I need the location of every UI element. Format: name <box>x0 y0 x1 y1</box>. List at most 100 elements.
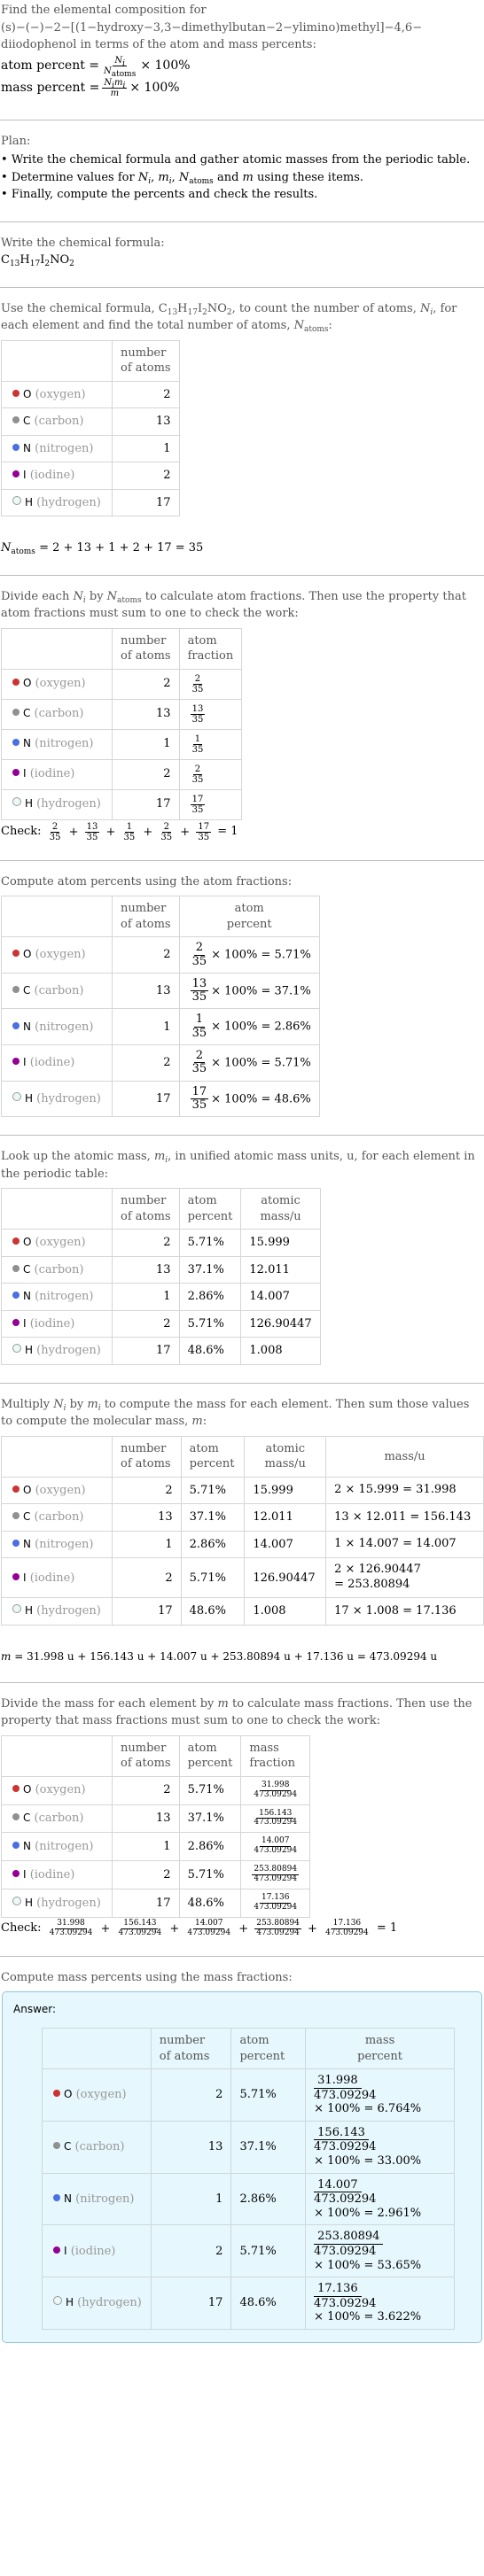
element-cell-i: I (iodine) <box>1 1860 113 1889</box>
element-cell-h: H (hydrogen) <box>42 2277 152 2330</box>
total-atoms-equation: Natoms = 2 + 13 + 1 + 2 + 17 = 35 <box>1 541 204 557</box>
mass-percent-table: number of atoms atom percent mass percent O… <box>42 2027 455 2330</box>
header-number-of-atoms: number of atoms <box>112 1188 180 1230</box>
chemical-formula: C13H17I2NO2 <box>1 253 74 268</box>
count-atoms-section: Use the chemical formula, C13H17I2NO2, t… <box>0 288 484 575</box>
atom-fraction: 1 35 <box>178 728 243 760</box>
atom-percent: 48.6% <box>180 1597 246 1626</box>
atom-count: 2 <box>112 1775 180 1805</box>
table-row: O (oxygen) 2 5.71% 31.998 473.09294 <box>1 1775 311 1805</box>
atomic-mass: 12.011 <box>244 1503 327 1532</box>
atom-percent: 2.86% <box>178 1832 242 1862</box>
element-cell-o: O (oxygen) <box>1 936 113 974</box>
table-row: I (iodine) 2 5.71% 126.90447 2 × 126.90447 = … <box>1 1557 484 1599</box>
atom-percent-calc: 1 35 × 100% = 2.86% <box>178 1008 320 1046</box>
atom-count: 13 <box>112 407 180 436</box>
mass-table: number of atoms atom percent atomic mass/u … <box>1 1435 484 1626</box>
table-row: C (carbon) 13 37.1% 156.143 473.09294 × 100% … <box>42 2120 455 2174</box>
atom-percent: 5.71% <box>178 1309 242 1338</box>
element-color-dot-icon <box>12 985 20 993</box>
table-row: I (iodine) 2 2 35 × 100% = 5.71% <box>1 1044 320 1082</box>
mass-calc: 13 × 12.011 = 156.143 <box>325 1503 484 1532</box>
atom-fraction: 17 35 <box>178 788 243 820</box>
element-cell-o: O (oxygen) <box>1 1229 113 1257</box>
atom-count: 17 <box>112 1337 180 1365</box>
mass-percent-section: Compute mass percents using the mass fra… <box>0 1957 484 2353</box>
atomic-mass-instructions: Look up the atomic mass, mi, in unified … <box>1 1150 475 1181</box>
atom-count: 1 <box>112 728 180 760</box>
element-cell-c: C (carbon) <box>1 1255 113 1284</box>
table-row: O (oxygen) 2 5.71% 15.999 <box>1 1229 321 1257</box>
header-atom-fraction: atom fraction <box>178 627 243 670</box>
table-row: H (hydrogen) 17 48.6% 17.136 473.09294 × 100%… <box>42 2277 455 2330</box>
check-fraction: 17.136 473.09294 <box>325 1918 369 1937</box>
atom-count-table: number of atoms O (oxygen) 2 C (carbon) 13 N … <box>1 339 180 517</box>
element-color-dot-icon <box>12 1512 20 1520</box>
mass-fraction: 156.143 473.09294 <box>240 1804 311 1834</box>
table-row: C (carbon) 13 <box>1 407 180 436</box>
atom-count: 2 <box>112 1044 180 1082</box>
element-cell-n: N (nitrogen) <box>42 2172 152 2226</box>
atom-fraction-check: Check: 2 35 + 13 35 + 1 35 + 2 35 + 17 35 = 1 <box>1 821 238 842</box>
atom-percent: 5.71% <box>180 1557 246 1599</box>
atom-percent: 48.6% <box>230 2277 307 2330</box>
plan-item: Write the chemical formula and gather at… <box>1 151 484 169</box>
element-cell-h: H (hydrogen) <box>1 1080 113 1118</box>
table-row: I (iodine) 2 5.71% 253.80894 473.09294 × 100%… <box>42 2224 455 2278</box>
table-row: N (nitrogen) 1 2.86% 14.007 473.09294 × 100% … <box>42 2172 455 2226</box>
mass-calc: 1 × 14.007 = 14.007 <box>325 1530 484 1559</box>
atom-count: 2 <box>112 668 180 700</box>
atom-count: 1 <box>150 2172 232 2226</box>
header-atomic-mass: atomic mass/u <box>244 1435 327 1478</box>
atom-percent-calc: 17 35 × 100% = 48.6% <box>178 1080 320 1118</box>
check-fraction: 1 35 <box>123 821 136 842</box>
table-row: C (carbon) 13 37.1% 12.011 13 × 12.011 = 156… <box>1 1503 484 1532</box>
atom-percent-instructions: Compute atom percents using the atom fra… <box>1 874 293 888</box>
table-row: C (carbon) 13 13 35 <box>1 698 243 730</box>
table-row: O (oxygen) 2 2 35 × 100% = 5.71% <box>1 936 320 974</box>
atomic-mass: 14.007 <box>240 1283 321 1311</box>
atom-count: 1 <box>112 1530 182 1559</box>
element-cell-c: C (carbon) <box>1 972 113 1010</box>
atomic-mass: 15.999 <box>244 1476 327 1505</box>
atom-count: 17 <box>112 788 180 820</box>
atom-percent: 2.86% <box>180 1530 246 1559</box>
table-row: C (carbon) 13 37.1% 12.011 <box>1 1255 321 1284</box>
element-color-dot-icon <box>12 1896 21 1905</box>
atom-count: 17 <box>112 488 180 517</box>
header-number-of-atoms: number of atoms <box>112 339 180 382</box>
header-atom-percent: atom percent <box>180 1435 246 1478</box>
element-cell-i: I (iodine) <box>42 2224 152 2278</box>
atom-fraction: 13 35 <box>178 698 243 730</box>
element-cell-i: I (iodine) <box>1 1044 113 1082</box>
table-row: N (nitrogen) 1 1 35 × 100% = 2.86% <box>1 1008 320 1046</box>
plan-item: Determine values for Ni, mi, Natoms and … <box>1 169 484 187</box>
atom-count: 2 <box>112 380 180 409</box>
header-number-of-atoms: number of atoms <box>112 896 180 938</box>
check-fraction: 13 35 <box>84 821 100 842</box>
plan-list: Write the chemical formula and gather at… <box>1 151 484 204</box>
element-color-dot-icon <box>12 1318 20 1326</box>
element-color-dot-icon <box>12 1021 20 1029</box>
header-atom-percent: atom percent <box>230 2027 307 2070</box>
header-number-of-atoms: number of atoms <box>112 1734 180 1777</box>
atom-percent: 5.71% <box>230 2224 307 2278</box>
atom-count: 2 <box>112 1309 180 1338</box>
atom-percent-calc: 13 35 × 100% = 37.1% <box>178 972 320 1010</box>
atom-percent-formula: atom percent = Ni Natoms × 100% <box>1 55 191 79</box>
element-cell-n: N (nitrogen) <box>1 434 113 463</box>
atomic-mass-table: number of atoms atom percent atomic mass/u … <box>1 1188 321 1365</box>
mass-percent-formula: mass percent = Nimi m × 100% <box>1 77 180 98</box>
atom-percent-section: Compute atom percents using the atom fra… <box>0 861 484 1136</box>
mass-percent-fraction: Nimi m <box>102 77 128 98</box>
atom-fraction: 2 35 <box>178 668 243 700</box>
mass-fraction-instructions: Divide the mass for each element by m to… <box>1 1696 472 1728</box>
element-cell-c: C (carbon) <box>42 2120 152 2174</box>
atomic-mass: 1.008 <box>240 1337 321 1365</box>
table-row: H (hydrogen) 17 17 35 <box>1 788 243 820</box>
element-color-dot-icon <box>12 1572 20 1580</box>
mass-fraction: 253.80894 473.09294 <box>240 1860 311 1889</box>
header-mass-percent: mass percent <box>305 2027 455 2070</box>
table-row: H (hydrogen) 17 48.6% 17.136 473.09294 <box>1 1888 311 1918</box>
element-color-dot-icon <box>12 1292 20 1300</box>
